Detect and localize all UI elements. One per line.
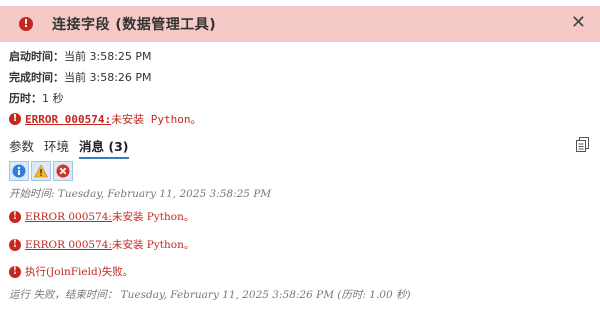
- close-button[interactable]: ✕: [571, 12, 586, 34]
- copy-icon[interactable]: [576, 137, 590, 153]
- message-error-3: ! 执行(JoinField)失败。: [9, 264, 133, 279]
- error-banner: ! 连接字段 (数据管理工具) ✕: [0, 6, 600, 42]
- error-message: 未安装 Python。: [111, 113, 202, 126]
- tab-parameters[interactable]: 参数: [9, 136, 34, 159]
- message-start: 开始时间: Tuesday, February 11, 2025 3:58:25…: [9, 186, 271, 201]
- message-error-1: ! ERROR 000574: 未安装 Python。: [9, 209, 194, 224]
- duration-label: 历时：: [9, 92, 42, 105]
- tab-environments[interactable]: 环境: [44, 136, 69, 159]
- duration-value: 1 秒: [42, 92, 64, 105]
- message-end-text: 运行 失败，结束时间： Tuesday, February 11, 2025 3…: [9, 289, 411, 301]
- error-code-link[interactable]: ERROR 000574:: [25, 211, 112, 223]
- message-start-text: 开始时间: Tuesday, February 11, 2025 3:58:25…: [9, 188, 272, 200]
- tab-bar: 参数 环境 消息 (3): [9, 136, 139, 159]
- tab-messages[interactable]: 消息 (3): [79, 136, 129, 159]
- error-message: 未安装 Python。: [111, 239, 195, 251]
- message-error-2: ! ERROR 000574: 未安装 Python。: [9, 237, 194, 252]
- error-icon: !: [9, 113, 21, 125]
- error-icon: !: [9, 210, 21, 223]
- tool-title: 连接字段 (数据管理工具): [52, 17, 217, 33]
- info-filter-button[interactable]: [9, 161, 29, 181]
- error-message: 执行(JoinField)失败。: [25, 266, 134, 278]
- error-code-link[interactable]: ERROR 000574:: [25, 113, 111, 126]
- message-end: 运行 失败，结束时间： Tuesday, February 11, 2025 3…: [9, 287, 411, 302]
- start-time-value: 当前 3:58:25 PM: [64, 50, 152, 63]
- end-time-row: 完成时间：当前 3:58:26 PM: [9, 69, 152, 85]
- end-time-label: 完成时间：: [9, 71, 64, 84]
- error-icon: !: [9, 265, 21, 278]
- error-icon: !: [19, 17, 33, 31]
- end-time-value: 当前 3:58:26 PM: [64, 71, 152, 84]
- error-icon: !: [9, 238, 21, 251]
- info-icon: [12, 164, 26, 178]
- error-code-link[interactable]: ERROR 000574:: [25, 239, 112, 251]
- error-message: 未安装 Python。: [111, 211, 195, 223]
- warning-filter-button[interactable]: [31, 161, 51, 181]
- warning-icon: [34, 164, 48, 178]
- start-time-row: 启动时间：当前 3:58:25 PM: [9, 48, 152, 64]
- start-time-label: 启动时间：: [9, 50, 64, 63]
- duration-row: 历时：1 秒: [9, 90, 64, 106]
- message-filter-bar: [9, 161, 73, 181]
- error-filter-button[interactable]: [53, 161, 73, 181]
- error-icon: [56, 164, 70, 178]
- error-summary: ! ERROR 000574: 未安装 Python。: [9, 111, 201, 127]
